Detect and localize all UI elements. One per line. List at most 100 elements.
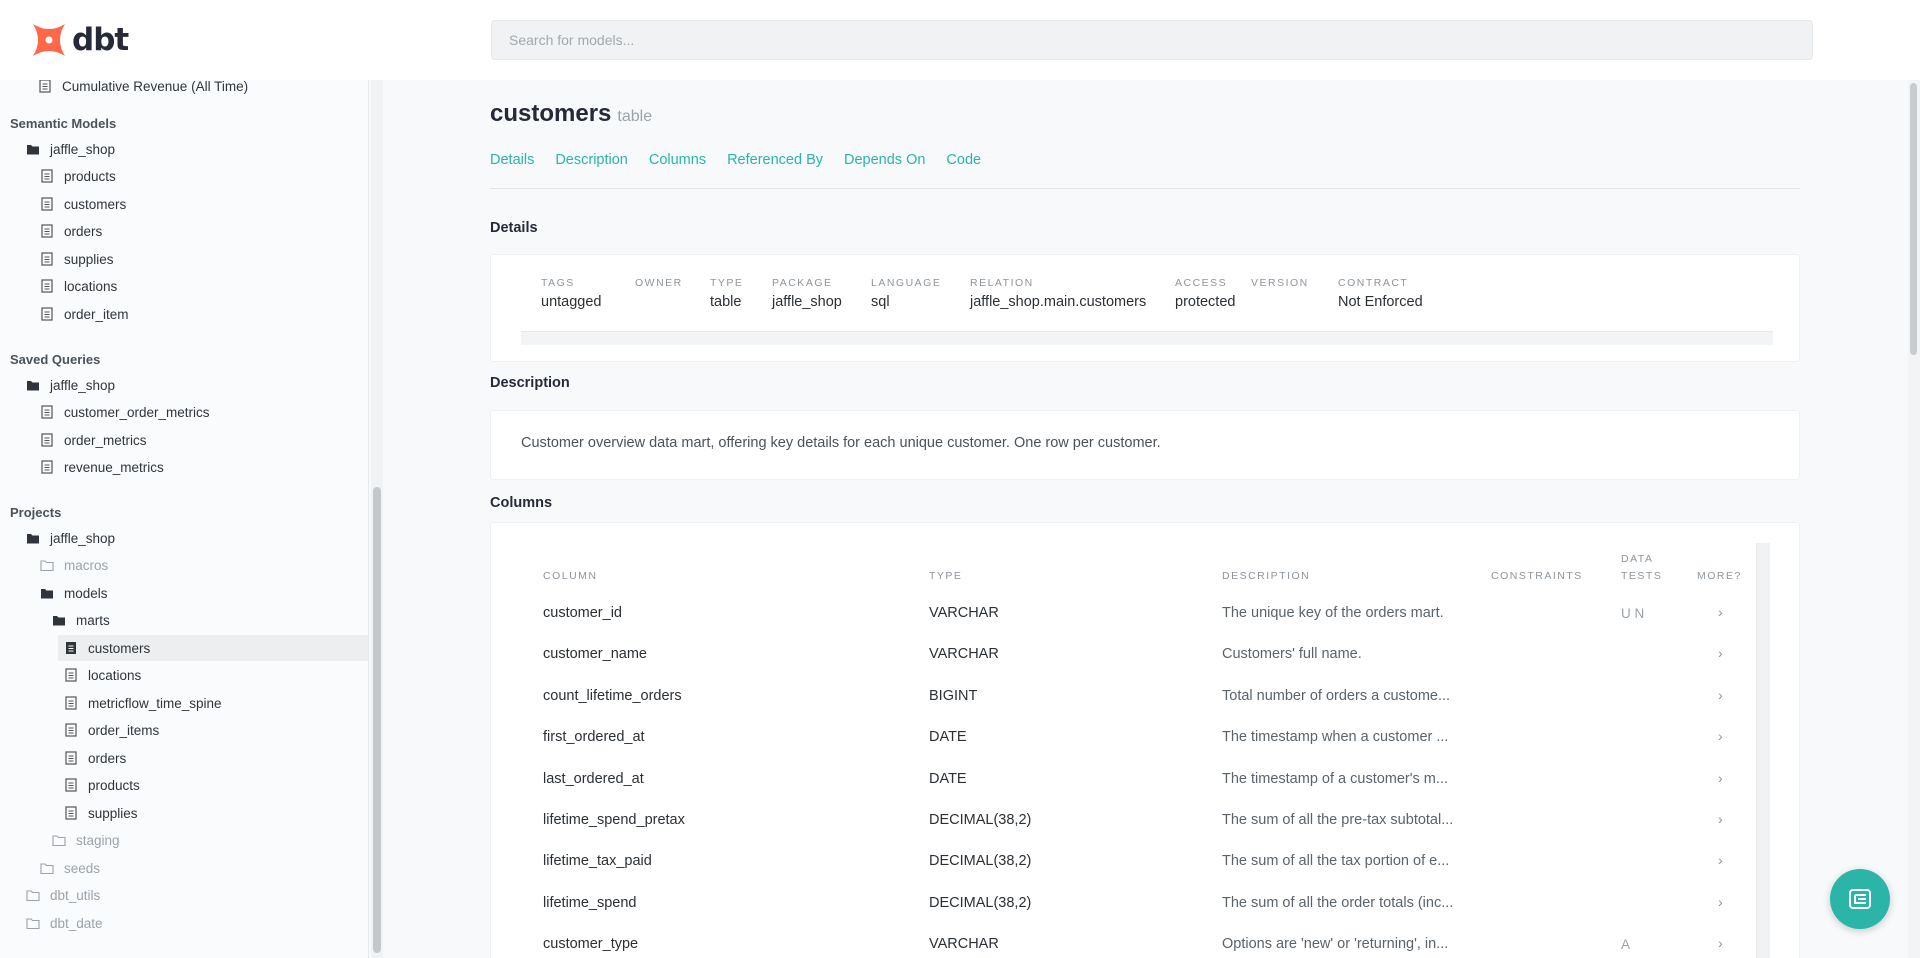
file-icon: [40, 405, 54, 419]
expand-chevron-icon[interactable]: ›: [1718, 852, 1723, 868]
folder-seeds[interactable]: seeds: [40, 855, 100, 881]
section-tabs: Details Description Columns Referenced B…: [490, 152, 1002, 168]
column-tests: A: [1621, 937, 1631, 952]
folder-project-jaffle-shop[interactable]: jaffle_shop: [26, 525, 115, 551]
sidebar-scrollbar[interactable]: [371, 80, 383, 958]
dbt-logo[interactable]: dbt: [29, 20, 129, 60]
expand-chevron-icon[interactable]: ›: [1718, 645, 1723, 661]
col-header-more: More?: [1697, 570, 1742, 582]
file-icon: [40, 252, 54, 266]
sidebar-item-order-metrics[interactable]: order_metrics: [40, 427, 147, 453]
col-header-type: Type: [929, 570, 963, 582]
dbt-logo-icon: [33, 24, 65, 56]
sidebar-item-revenue-metrics[interactable]: revenue_metrics: [40, 454, 164, 480]
sidebar-item-label: supplies: [64, 251, 114, 267]
folder-icon: [52, 833, 66, 847]
sidebar-item-partial[interactable]: Cumulative Revenue (All Time): [38, 80, 248, 99]
detail-contract: Contract Not Enforced: [1338, 277, 1423, 310]
column-description: The sum of all the pre-tax subtotal...: [1222, 812, 1454, 828]
columns-table-scrollbar[interactable]: [1756, 543, 1770, 958]
section-projects: Projects: [10, 505, 62, 520]
folder-label: jaffle_shop: [50, 377, 116, 393]
sidebar-item-semantic-supplies[interactable]: supplies: [40, 246, 114, 272]
column-name: customer_type: [543, 936, 639, 952]
main-scrollbar-thumb[interactable]: [1910, 83, 1917, 355]
folder-icon: [26, 916, 40, 930]
detail-owner: Owner: [635, 277, 683, 294]
column-name: count_lifetime_orders: [543, 688, 682, 704]
folder-open-icon: [26, 142, 40, 156]
folder-staging[interactable]: staging: [52, 827, 120, 853]
main-scrollbar[interactable]: [1908, 80, 1920, 958]
sidebar-item-semantic-locations[interactable]: locations: [40, 273, 117, 299]
sidebar-item-label: order_items: [88, 722, 160, 738]
column-type: VARCHAR: [929, 605, 999, 621]
details-horizontal-scrollbar[interactable]: [521, 331, 1773, 345]
expand-chevron-icon[interactable]: ›: [1718, 770, 1723, 786]
expand-chevron-icon[interactable]: ›: [1718, 811, 1723, 827]
folder-label: staging: [76, 832, 120, 848]
sidebar-item-model-order-items[interactable]: order_items: [64, 717, 159, 743]
model-name: customers: [490, 100, 612, 127]
folder-open-icon: [26, 378, 40, 392]
sidebar-item-semantic-orders[interactable]: orders: [40, 218, 102, 244]
column-type: VARCHAR: [929, 936, 999, 952]
sidebar-item-semantic-customers[interactable]: customers: [40, 191, 126, 217]
detail-label: Relation: [970, 277, 1034, 289]
detail-tags: Tags untagged: [541, 277, 601, 310]
folder-saved-jaffle-shop[interactable]: jaffle_shop: [26, 372, 115, 398]
detail-label: Tags: [541, 277, 575, 289]
expand-chevron-icon[interactable]: ›: [1718, 604, 1723, 620]
folder-macros[interactable]: macros: [40, 552, 108, 578]
tab-columns[interactable]: Columns: [649, 152, 706, 168]
column-type: DATE: [929, 771, 967, 787]
tab-code[interactable]: Code: [946, 152, 981, 168]
column-name: last_ordered_at: [543, 771, 644, 787]
tab-depends-on[interactable]: Depends On: [844, 152, 925, 168]
folder-dbt-utils[interactable]: dbt_utils: [26, 882, 100, 908]
page-title: customers table: [490, 100, 652, 128]
sidebar-item-model-supplies[interactable]: supplies: [64, 800, 138, 826]
lineage-graph-button[interactable]: [1830, 869, 1890, 929]
col-header-description: Description: [1222, 570, 1311, 582]
detail-language: Language sql: [871, 277, 941, 310]
search-input[interactable]: [491, 20, 1813, 60]
folder-marts[interactable]: marts: [52, 607, 110, 633]
folder-models[interactable]: models: [40, 580, 108, 606]
column-type: DECIMAL(38,2): [929, 812, 1032, 828]
sidebar-item-model-orders[interactable]: orders: [64, 745, 126, 771]
file-icon: [64, 778, 78, 792]
sidebar-scrollbar-thumb[interactable]: [373, 487, 381, 953]
detail-type: Type table: [710, 277, 743, 310]
sidebar-item-semantic-products[interactable]: products: [40, 163, 116, 189]
sidebar-item-label: order_item: [64, 306, 129, 322]
expand-chevron-icon[interactable]: ›: [1718, 935, 1723, 951]
folder-dbt-date[interactable]: dbt_date: [26, 910, 103, 936]
sidebar-item-model-locations[interactable]: locations: [64, 662, 141, 688]
description-heading: Description: [490, 375, 570, 391]
folder-semantic-jaffle-shop[interactable]: jaffle_shop: [26, 136, 115, 162]
tab-details[interactable]: Details: [490, 152, 534, 168]
column-description: The unique key of the orders mart.: [1222, 605, 1444, 621]
main-content: customers table Details Description Colum…: [384, 80, 1908, 958]
sidebar-item-model-metricflow-time-spine[interactable]: metricflow_time_spine: [64, 690, 222, 716]
detail-label: Language: [871, 277, 942, 289]
expand-chevron-icon[interactable]: ›: [1718, 728, 1723, 744]
tab-description[interactable]: Description: [555, 152, 628, 168]
sidebar-item-model-customers[interactable]: customers: [58, 635, 368, 661]
sidebar-item-model-products[interactable]: products: [64, 772, 140, 798]
expand-chevron-icon[interactable]: ›: [1718, 894, 1723, 910]
tab-referenced-by[interactable]: Referenced By: [727, 152, 823, 168]
col-header-data-tests: Data Tests: [1621, 553, 1663, 582]
expand-chevron-icon[interactable]: ›: [1718, 687, 1723, 703]
sidebar-item-semantic-order-item[interactable]: order_item: [40, 301, 129, 327]
detail-value: sql: [871, 294, 890, 310]
column-name: lifetime_spend: [543, 895, 637, 911]
column-type: BIGINT: [929, 688, 978, 704]
detail-version: Version: [1251, 277, 1309, 294]
sidebar-item-customer-order-metrics[interactable]: customer_order_metrics: [40, 399, 210, 425]
sidebar-item-label: Cumulative Revenue (All Time): [62, 80, 249, 94]
file-icon: [64, 723, 78, 737]
sidebar-item-label: locations: [88, 667, 142, 683]
folder-label: dbt_date: [50, 915, 103, 931]
